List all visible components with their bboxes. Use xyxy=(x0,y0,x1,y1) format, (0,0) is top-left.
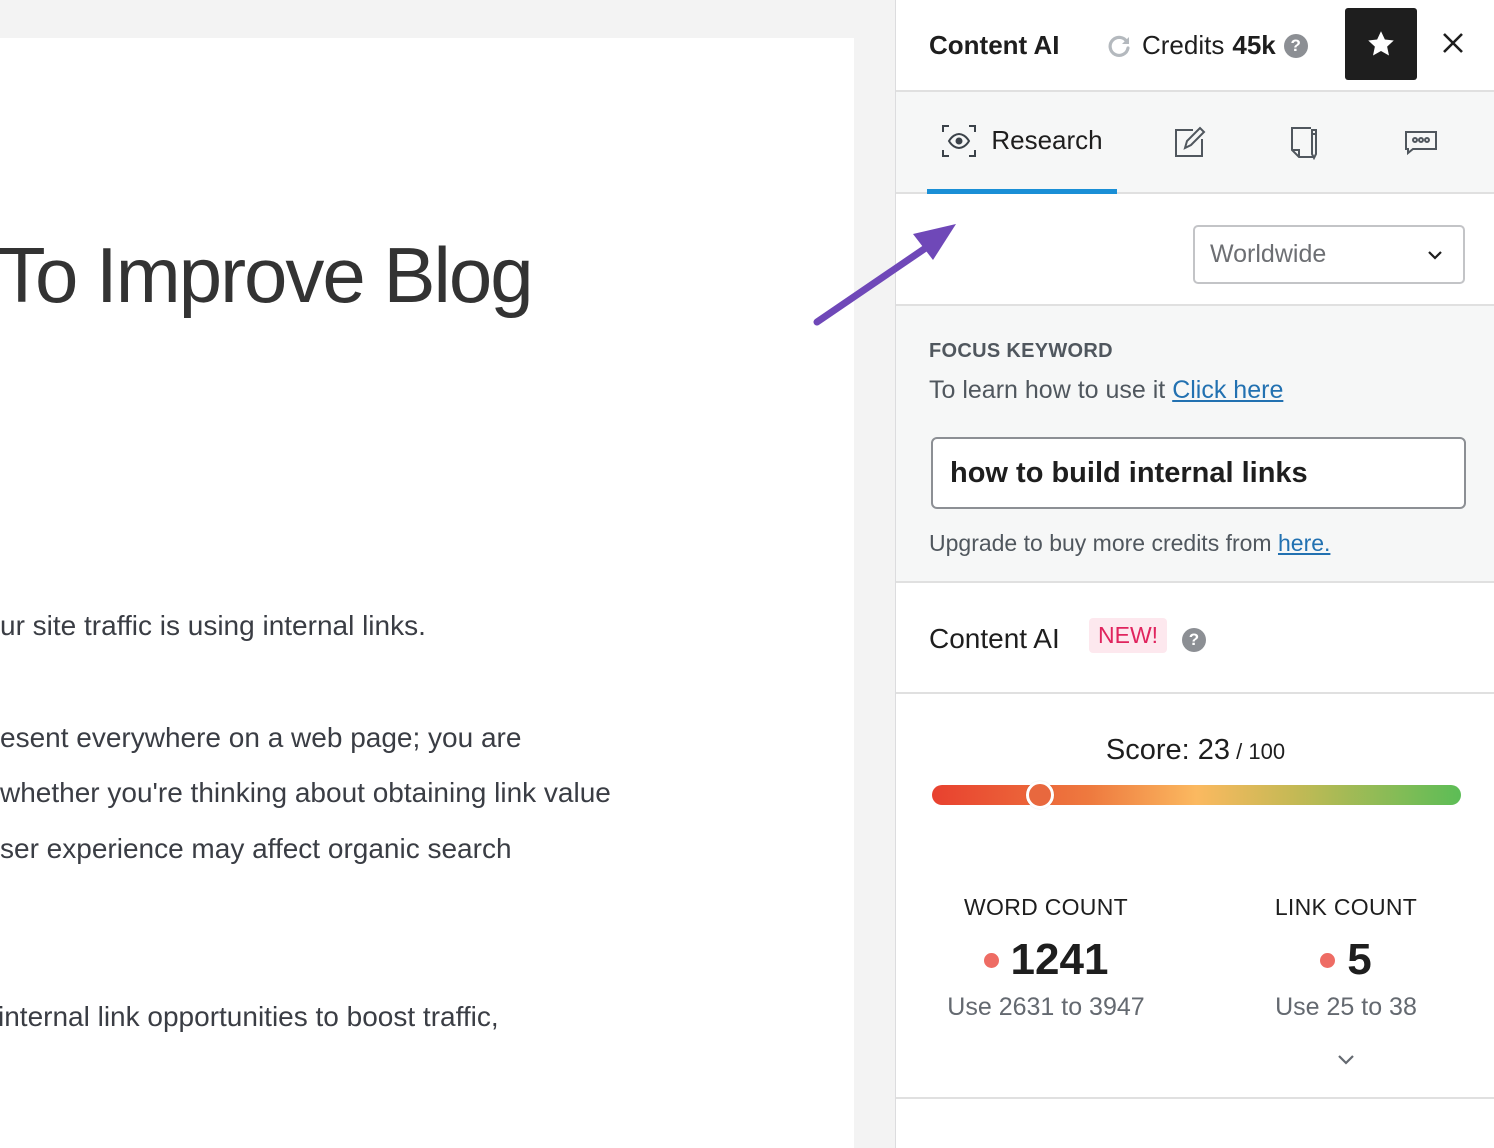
eye-scan-icon xyxy=(942,124,977,157)
score-value: 23 xyxy=(1197,734,1231,766)
score-bar xyxy=(932,781,1461,809)
word-count-hint: Use 2631 to 3947 xyxy=(947,993,1145,1021)
paragraph[interactable]: internal link opportunities to boost tra… xyxy=(0,999,499,1035)
star-icon xyxy=(1368,31,1394,56)
upgrade-label: Upgrade to buy more credits from xyxy=(929,530,1278,556)
content-ai-section-title: Content AI xyxy=(929,623,1060,654)
credits-display: Credits 45k ? xyxy=(1108,30,1308,61)
paragraph[interactable]: ur site traffic is using internal links. xyxy=(0,608,426,644)
tab-research-label: Research xyxy=(991,125,1103,155)
tab-content-editor[interactable] xyxy=(1269,92,1339,192)
content-ai-panel: Content AI Credits 45k ? Research Worldw… xyxy=(895,0,1494,1148)
editor-area: To Improve Blog ur site traffic is using… xyxy=(0,0,895,1148)
help-text: To learn how to use it xyxy=(929,376,1173,404)
link-count-value: 5 xyxy=(1347,935,1372,984)
focus-keyword-input[interactable] xyxy=(931,437,1466,509)
word-count-label: WORD COUNT xyxy=(964,894,1128,920)
chat-bubble-icon xyxy=(1405,131,1437,156)
close-icon xyxy=(1443,33,1463,53)
post-title[interactable]: To Improve Blog xyxy=(0,230,534,321)
chevron-down-icon xyxy=(1428,251,1442,260)
location-select[interactable]: Worldwide xyxy=(1193,225,1465,284)
paragraph[interactable]: whether you're thinking about obtaining … xyxy=(0,775,611,811)
editor-canvas[interactable]: To Improve Blog ur site traffic is using… xyxy=(0,38,854,1148)
focus-keyword-section: FOCUS KEYWORD To learn how to use it Cli… xyxy=(896,306,1494,583)
link-count-label: LINK COUNT xyxy=(1274,894,1418,920)
tab-research[interactable]: Research xyxy=(927,92,1117,194)
score-indicator xyxy=(1025,781,1054,809)
score-section: Score: 23 / 100 WORD COUNT 1241 Use 2631… xyxy=(896,694,1494,1099)
paragraph[interactable]: ser experience may affect organic search xyxy=(0,831,512,867)
click-here-link[interactable]: Click here xyxy=(1172,376,1283,404)
refresh-icon[interactable] xyxy=(1108,34,1132,58)
upgrade-link[interactable]: here. xyxy=(1278,530,1330,556)
tab-bar: Research xyxy=(896,92,1494,194)
panel-header: Content AI Credits 45k ? xyxy=(896,0,1494,92)
score-max: / 100 xyxy=(1230,739,1286,764)
status-dot xyxy=(983,952,999,968)
tab-chat[interactable] xyxy=(1386,92,1456,192)
score-label: Score: xyxy=(1105,734,1198,766)
focus-keyword-label: FOCUS KEYWORD xyxy=(929,340,1113,362)
new-badge: NEW! xyxy=(1089,618,1168,653)
help-icon[interactable]: ? xyxy=(1182,628,1206,652)
favorite-button[interactable] xyxy=(1345,8,1417,80)
focus-keyword-help: To learn how to use it Click here xyxy=(929,376,1283,405)
tab-write[interactable] xyxy=(1154,92,1224,192)
link-count-stat: LINK COUNT 5 Use 25 to 38 xyxy=(1216,894,1476,1022)
link-count-value-row: 5 xyxy=(1216,935,1476,985)
location-row: Worldwide xyxy=(896,194,1494,306)
status-dot xyxy=(1320,952,1336,968)
paragraph[interactable]: esent everywhere on a web page; you are xyxy=(0,720,521,756)
upgrade-text: Upgrade to buy more credits from here. xyxy=(929,530,1330,557)
content-ai-section-header: Content AI NEW! ? xyxy=(896,583,1494,694)
help-icon[interactable]: ? xyxy=(1283,33,1308,58)
word-count-value-row: 1241 xyxy=(916,935,1176,985)
expand-chevron-icon[interactable] xyxy=(1336,1052,1356,1068)
location-select-value: Worldwide xyxy=(1210,240,1327,268)
panel-title: Content AI xyxy=(929,30,1060,60)
credits-label: Credits xyxy=(1142,30,1225,60)
credits-value: 45k xyxy=(1232,30,1276,60)
word-count-stat: WORD COUNT 1241 Use 2631 to 3947 xyxy=(916,894,1176,1022)
close-button[interactable] xyxy=(1436,26,1470,60)
link-count-hint: Use 25 to 38 xyxy=(1275,993,1417,1021)
document-pen-icon xyxy=(1291,127,1317,160)
edit-icon xyxy=(1175,126,1206,157)
score-text: Score: 23 / 100 xyxy=(896,734,1494,767)
word-count-value: 1241 xyxy=(1010,935,1109,984)
